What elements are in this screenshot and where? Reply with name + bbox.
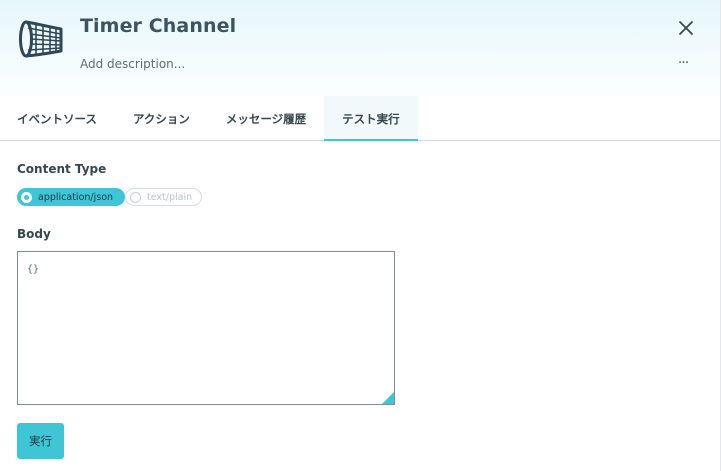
tab-test-run[interactable]: テスト実行 bbox=[324, 96, 418, 141]
body-value: {} bbox=[27, 264, 40, 275]
tab-message-history[interactable]: メッセージ履歴 bbox=[208, 96, 324, 140]
resize-handle-icon[interactable] bbox=[382, 392, 394, 404]
tab-bar: イベントソース アクション メッセージ履歴 テスト実行 bbox=[0, 96, 720, 141]
body-label: Body bbox=[17, 227, 51, 241]
content-type-radio-group: application/json text/plain bbox=[17, 188, 202, 206]
tab-event-source[interactable]: イベントソース bbox=[0, 96, 114, 140]
radio-label: application/json bbox=[38, 191, 114, 203]
channel-panel: Timer Channel Add description... ··· イベン… bbox=[0, 0, 721, 471]
run-button[interactable]: 実行 bbox=[17, 423, 64, 459]
more-options-button[interactable]: ··· bbox=[672, 54, 694, 72]
radio-unchecked-icon bbox=[130, 191, 141, 203]
close-icon[interactable] bbox=[676, 18, 696, 38]
radio-label: text/plain bbox=[147, 191, 193, 203]
content-type-label: Content Type bbox=[17, 162, 107, 176]
body-textarea[interactable]: {} bbox=[17, 251, 395, 405]
description-field[interactable]: Add description... bbox=[80, 57, 185, 71]
net-icon bbox=[19, 20, 63, 58]
radio-application-json[interactable]: application/json bbox=[17, 188, 125, 206]
panel-header: Timer Channel Add description... ··· bbox=[0, 0, 720, 96]
tab-action[interactable]: アクション bbox=[114, 96, 208, 140]
page-title: Timer Channel bbox=[80, 15, 237, 37]
radio-text-plain[interactable]: text/plain bbox=[125, 188, 202, 206]
radio-checked-icon bbox=[21, 191, 32, 203]
